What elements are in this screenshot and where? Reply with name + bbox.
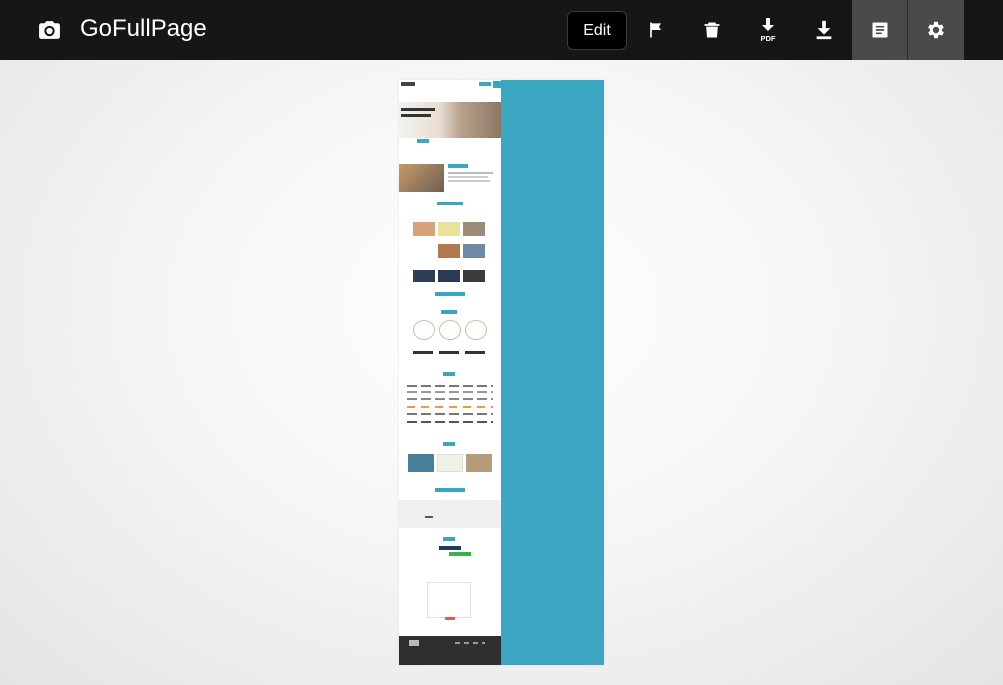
- thumb-card: [413, 270, 435, 282]
- thumb-card: [438, 244, 460, 258]
- thumb-header-button: [479, 82, 491, 86]
- thumb-button: [435, 488, 465, 492]
- thumb-card: [408, 454, 434, 472]
- thumb-form: [427, 582, 471, 618]
- thumb-badge: [448, 164, 468, 168]
- thumb-button: [413, 351, 433, 354]
- thumb-header-button: [493, 81, 501, 88]
- thumb-button: [439, 546, 461, 550]
- thumb-button: [465, 351, 485, 354]
- thumb-text-line: [448, 180, 490, 182]
- edit-button[interactable]: Edit: [567, 11, 627, 50]
- thumb-logo: [401, 82, 415, 86]
- notes-button[interactable]: [852, 0, 908, 60]
- thumb-logo-row: [407, 391, 493, 393]
- thumb-illustration: [439, 320, 461, 340]
- screenshot-preview[interactable]: [399, 80, 604, 665]
- thumb-card: [413, 222, 435, 236]
- thumb-illustration: [413, 320, 435, 340]
- thumb-image: [399, 164, 444, 192]
- thumb-card: [438, 222, 460, 236]
- thumb-logo-row: [407, 398, 493, 400]
- download-pdf-icon: PDF: [761, 18, 776, 43]
- thumb-side-panel: [501, 80, 604, 665]
- svg-text:PDF: PDF: [761, 34, 776, 43]
- thumb-cta: [417, 139, 429, 143]
- thumb-logo-row: [407, 413, 493, 415]
- thumb-text-line: [448, 176, 488, 178]
- thumb-illustration: [465, 320, 487, 340]
- thumb-button: [435, 292, 465, 296]
- notes-icon: [872, 22, 888, 38]
- thumb-band: [399, 500, 501, 528]
- thumb-hero-text: [401, 108, 435, 111]
- thumb-section-title: [441, 310, 457, 314]
- thumb-card: [438, 270, 460, 282]
- thumb-line-button: [449, 552, 471, 556]
- thumb-section-title: [443, 537, 455, 541]
- settings-button[interactable]: [908, 0, 964, 60]
- thumb-hero-text: [401, 114, 431, 117]
- thumb-card: [463, 244, 485, 258]
- thumb-card: [463, 270, 485, 282]
- thumb-button: [439, 351, 459, 354]
- thumb-card: [437, 454, 463, 472]
- download-button[interactable]: [796, 0, 852, 60]
- thumb-footer-logo: [409, 640, 419, 646]
- thumb-card: [466, 454, 492, 472]
- thumb-logo-row: [407, 385, 493, 387]
- thumb-section-title: [443, 372, 455, 376]
- top-toolbar: GoFullPage Edit PDF: [0, 0, 1003, 60]
- flag-button[interactable]: [628, 0, 684, 60]
- thumb-section-title: [437, 202, 463, 205]
- delete-button[interactable]: [684, 0, 740, 60]
- thumb-logo-row: [407, 421, 493, 423]
- thumb-text-line: [425, 516, 433, 518]
- thumb-section-title: [443, 442, 455, 446]
- flag-icon: [650, 22, 661, 38]
- thumb-logo-row: [407, 406, 493, 408]
- app-title: GoFullPage: [80, 15, 207, 42]
- thumb-submit: [445, 617, 455, 620]
- trash-icon: [704, 22, 720, 38]
- gear-icon: [928, 21, 944, 39]
- download-icon: [816, 20, 832, 40]
- thumb-footer-links: [455, 642, 485, 644]
- page-thumbnail: [399, 80, 501, 665]
- camera-icon[interactable]: [37, 18, 62, 43]
- download-pdf-button[interactable]: PDF: [740, 0, 796, 60]
- thumb-text-line: [448, 172, 493, 174]
- thumb-card: [463, 222, 485, 236]
